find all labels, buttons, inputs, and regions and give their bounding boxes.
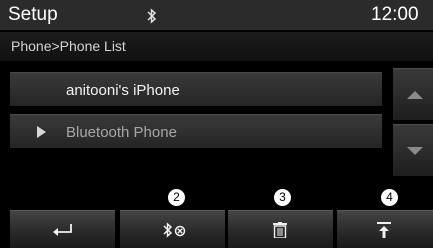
device-name: anitooni's iPhone xyxy=(66,82,180,99)
clock: 12:00 xyxy=(371,4,419,25)
bluetooth-disconnect-icon xyxy=(163,222,186,238)
list-item-selected[interactable]: Bluetooth Phone xyxy=(10,114,382,148)
callout-number: 3 xyxy=(273,188,292,207)
chevron-down-icon xyxy=(407,147,423,155)
bluetooth-disconnect-button[interactable] xyxy=(120,210,225,248)
back-arrow-icon xyxy=(53,224,72,236)
move-to-top-button[interactable] xyxy=(337,210,433,248)
chevron-up-icon xyxy=(407,91,423,99)
back-button[interactable] xyxy=(10,210,115,248)
header-bar: Setup 12:00 xyxy=(0,0,433,30)
callout-number: 2 xyxy=(167,188,186,207)
delete-button[interactable] xyxy=(228,210,333,248)
bottom-toolbar xyxy=(0,210,433,248)
breadcrumb: Phone>Phone List xyxy=(0,32,433,61)
breadcrumb-text: Phone>Phone List xyxy=(11,38,126,54)
move-to-top-icon xyxy=(377,222,391,238)
screen-title: Setup xyxy=(8,4,58,25)
callout-number: 4 xyxy=(380,188,399,207)
device-name: Bluetooth Phone xyxy=(66,124,177,141)
setup-screen: Setup 12:00 Phone>Phone List anitooni's … xyxy=(0,0,433,248)
bluetooth-icon xyxy=(147,8,157,24)
scroll-down-button[interactable] xyxy=(393,124,433,176)
play-icon xyxy=(37,126,46,138)
list-item[interactable]: anitooni's iPhone xyxy=(10,72,382,106)
scroll-up-button[interactable] xyxy=(393,68,433,120)
trash-icon xyxy=(273,222,287,238)
